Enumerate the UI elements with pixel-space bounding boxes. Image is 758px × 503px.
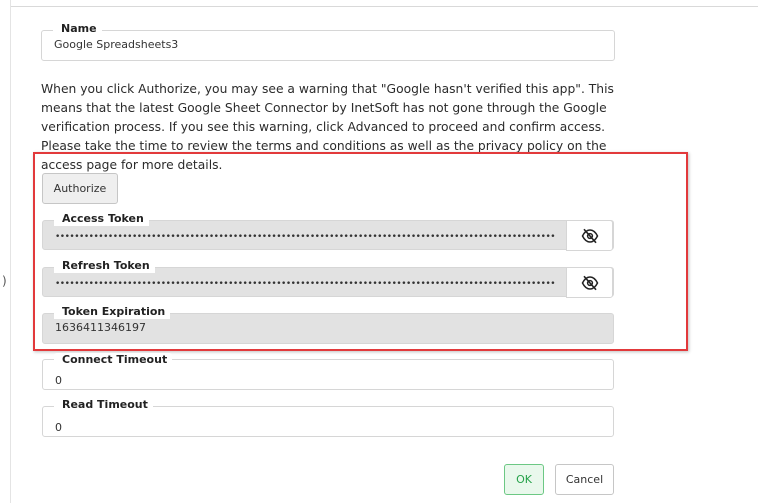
connect-timeout-value: 0 — [55, 374, 62, 387]
cancel-button[interactable]: Cancel — [555, 464, 614, 495]
refresh-token-visibility-toggle[interactable] — [566, 267, 613, 298]
name-field-label: Name — [53, 22, 102, 36]
access-token-label: Access Token — [54, 212, 149, 226]
read-timeout-value: 0 — [55, 421, 62, 434]
connect-timeout-field[interactable]: Connect Timeout 0 — [42, 353, 614, 390]
read-timeout-field[interactable]: Read Timeout 0 — [42, 398, 614, 437]
name-field[interactable]: Name Google Spreadsheets3 — [41, 22, 615, 61]
refresh-token-value: ••••••••••••••••••••••••••••••••••••••••… — [55, 279, 556, 289]
left-panel-text: ) — [2, 274, 7, 288]
left-panel-edge — [10, 0, 11, 503]
access-token-visibility-toggle[interactable] — [566, 220, 613, 251]
access-token-value: ••••••••••••••••••••••••••••••••••••••••… — [55, 232, 556, 242]
top-divider — [10, 6, 758, 7]
read-timeout-label: Read Timeout — [54, 398, 153, 412]
eye-slash-icon — [581, 228, 598, 243]
access-token-field[interactable]: Access Token •••••••••••••••••••••••••••… — [42, 212, 614, 251]
name-field-value: Google Spreadsheets3 — [54, 38, 179, 51]
eye-slash-icon — [581, 275, 598, 290]
refresh-token-field[interactable]: Refresh Token ••••••••••••••••••••••••••… — [42, 259, 614, 298]
ok-button[interactable]: OK — [504, 464, 544, 495]
token-expiration-label: Token Expiration — [54, 305, 171, 319]
authorize-button[interactable]: Authorize — [42, 173, 118, 204]
token-expiration-value: 1636411346197 — [55, 321, 146, 334]
token-expiration-field: Token Expiration 1636411346197 — [42, 305, 614, 344]
refresh-token-label: Refresh Token — [54, 259, 155, 273]
connect-timeout-label: Connect Timeout — [54, 353, 173, 367]
